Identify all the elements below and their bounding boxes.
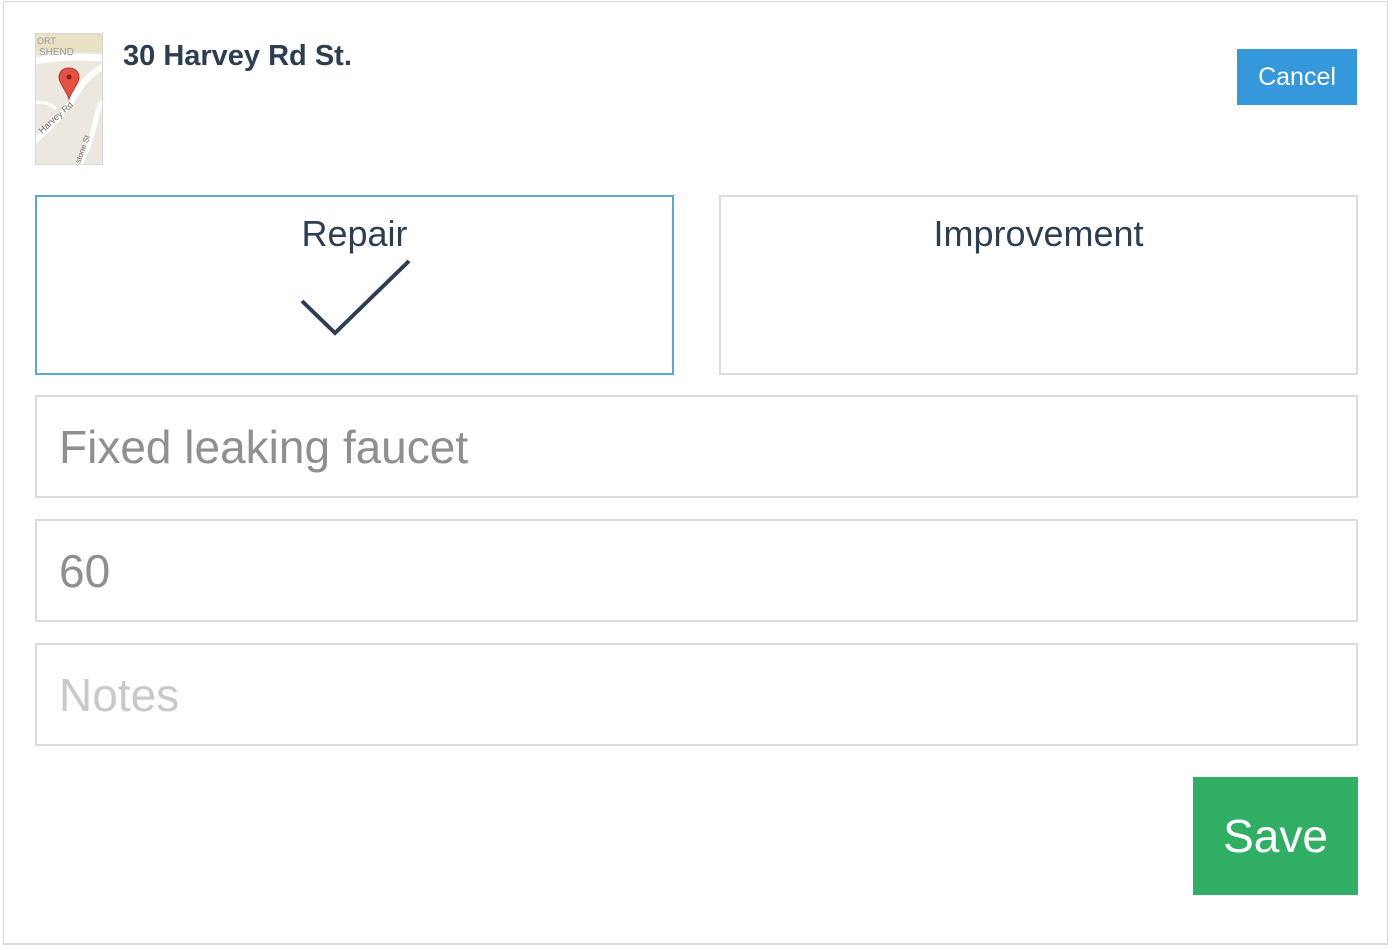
- type-option-improvement[interactable]: Improvement: [719, 195, 1358, 375]
- type-option-repair-label: Repair: [301, 213, 408, 254]
- save-button[interactable]: Save: [1193, 777, 1358, 895]
- amount-field[interactable]: [35, 519, 1358, 622]
- map-label-area-2: SHEND: [39, 47, 74, 58]
- map-label-area-1: ORT: [37, 36, 56, 46]
- notes-field[interactable]: [35, 643, 1358, 746]
- description-field[interactable]: [35, 395, 1358, 498]
- cancel-button[interactable]: Cancel: [1237, 49, 1357, 105]
- checkmark-icon: [300, 259, 411, 336]
- type-option-repair[interactable]: Repair: [35, 195, 674, 375]
- type-option-improvement-label: Improvement: [933, 213, 1144, 254]
- map-thumbnail[interactable]: ORT SHEND Harvey Rd stone St: [35, 33, 103, 165]
- property-address: 30 Harvey Rd St.: [123, 40, 352, 72]
